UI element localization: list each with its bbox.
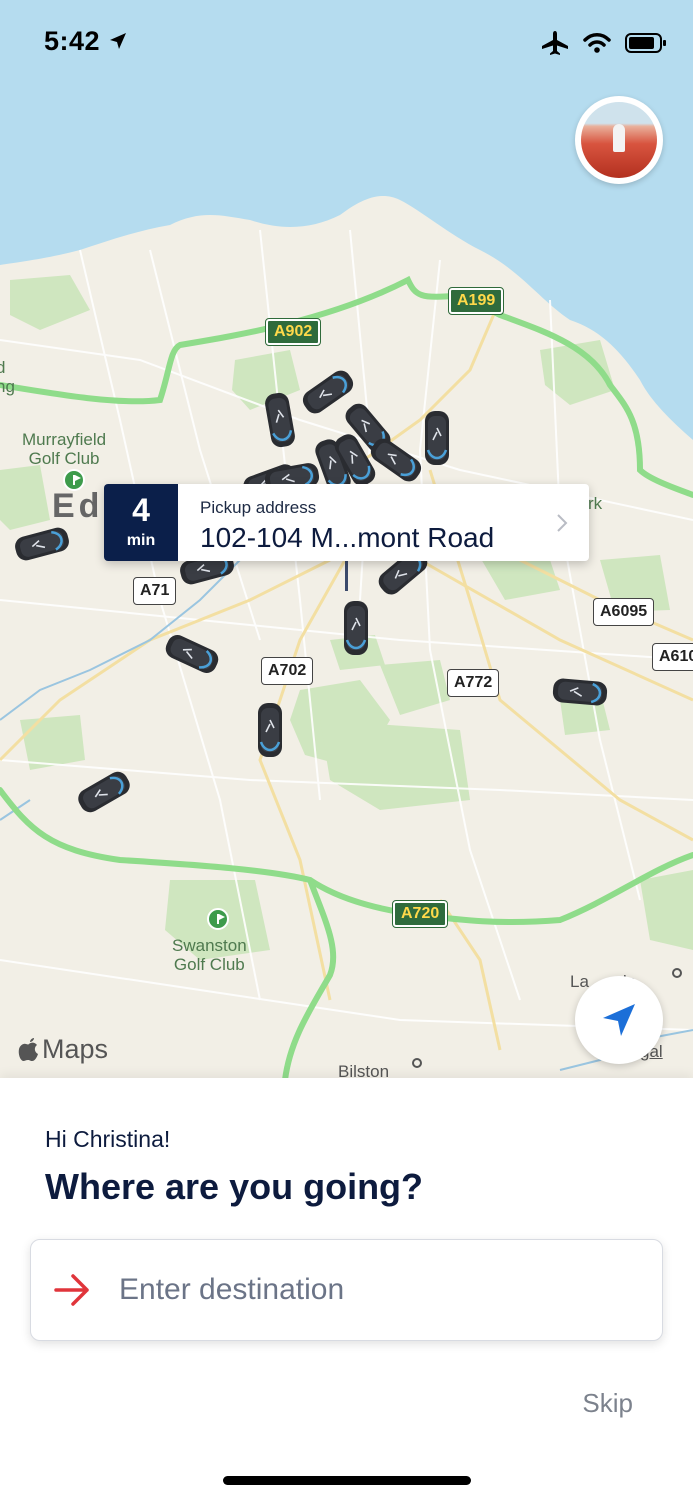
place-label-swanston: Swanston Golf Club <box>172 936 247 974</box>
town-dot-icon <box>672 968 682 978</box>
sheet-title: Where are you going? <box>45 1166 424 1207</box>
golf-icon <box>207 908 229 930</box>
avatar[interactable] <box>575 96 663 184</box>
place-label-murrayfield: Murrayfield Golf Club <box>22 430 107 468</box>
road-shield-a772: A772 <box>447 669 500 697</box>
place-label-park: rk <box>588 494 603 513</box>
vehicle-marker <box>343 600 369 656</box>
pickup-address: 102-104 M...mont Road <box>200 522 495 553</box>
locate-me-button[interactable] <box>575 976 663 1064</box>
town-dot-icon <box>412 1058 422 1068</box>
road-shield-a702: A702 <box>261 657 314 685</box>
eta-unit: min <box>126 532 156 549</box>
vehicle-marker <box>551 677 609 708</box>
avatar-photo <box>581 102 657 178</box>
chevron-right-icon <box>557 514 568 532</box>
pickup-label: Pickup address <box>200 498 317 517</box>
greeting: Hi Christina! <box>45 1126 171 1152</box>
road-shield-a902: A902 <box>264 318 322 346</box>
airplane-icon <box>542 31 568 55</box>
eta-badge: 4 min <box>104 484 178 561</box>
pickup-pin-icon <box>345 561 348 591</box>
vehicle-marker <box>424 410 450 466</box>
place-label-edinburgh: Ed <box>52 487 104 525</box>
status-time: 5:42 <box>44 26 128 57</box>
skip-button[interactable]: Skip <box>582 1388 633 1419</box>
status-icons <box>541 30 667 56</box>
home-indicator[interactable] <box>223 1476 471 1485</box>
eta-value: 4 <box>132 492 150 528</box>
road-shield-a610: A610 <box>652 643 693 671</box>
road-shield-a6095: A6095 <box>593 598 655 626</box>
road-shield-a199: A199 <box>447 287 505 315</box>
battery-icon <box>625 33 666 53</box>
destination-input[interactable] <box>119 1268 619 1312</box>
apple-maps-logo: Maps <box>18 1034 108 1065</box>
apple-icon <box>18 1037 38 1061</box>
navigation-arrow-icon <box>603 1004 635 1036</box>
pickup-address-card[interactable]: 4 min Pickup address 102-104 M...mont Ro… <box>104 484 589 561</box>
pickup-text: Pickup address 102-104 M...mont Road <box>178 484 589 561</box>
arrow-right-icon <box>54 1274 89 1306</box>
destination-sheet: Hi Christina! Where are you going? Skip <box>0 1078 693 1500</box>
road-shield-a71: A71 <box>133 577 177 605</box>
destination-field[interactable] <box>30 1239 663 1341</box>
road-shield-a720: A720 <box>391 900 449 928</box>
location-arrow-icon <box>110 33 127 49</box>
vehicle-marker <box>257 702 283 758</box>
place-label-partial-left: d ng <box>0 358 15 396</box>
map-view[interactable]: d ng Murrayfield Golf Club Ed rk Swansto… <box>0 0 693 1080</box>
wifi-icon <box>583 33 611 53</box>
